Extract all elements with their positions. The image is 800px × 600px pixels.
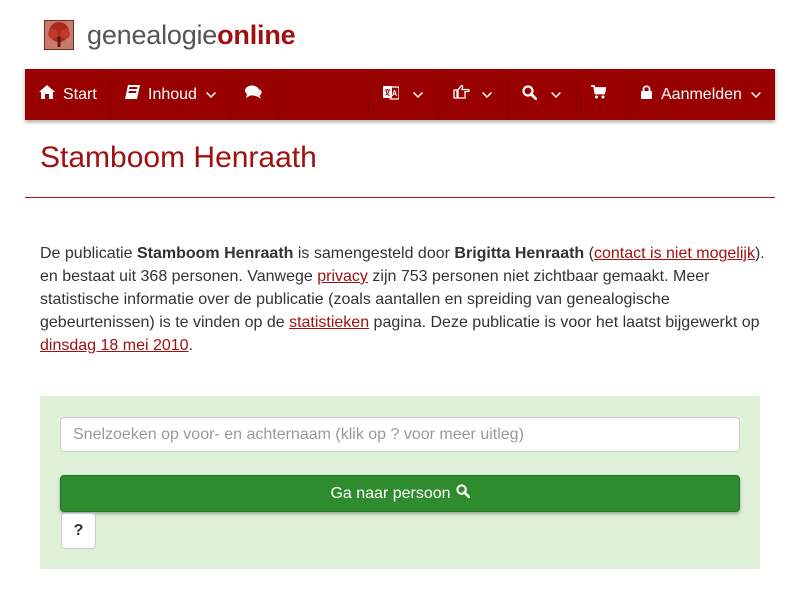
nav-forum[interactable] bbox=[231, 69, 279, 120]
site-name-part1: genealogie bbox=[87, 20, 218, 50]
intro-text: ( bbox=[584, 245, 594, 262]
last-updated-link[interactable]: dinsdag 18 mei 2010 bbox=[40, 337, 189, 354]
intro-text: is samengesteld door bbox=[293, 245, 455, 262]
nav-share[interactable] bbox=[439, 69, 508, 120]
main-navbar: Start Inhoud Aanmelden bbox=[25, 69, 775, 120]
chevron-down-icon bbox=[750, 86, 761, 104]
nav-inhoud-label: Inhoud bbox=[148, 85, 197, 103]
page-title: Stamboom Henraath bbox=[40, 141, 317, 174]
site-name-part2: online bbox=[217, 20, 296, 50]
tree-icon bbox=[44, 20, 74, 50]
help-button[interactable]: ? bbox=[61, 513, 96, 549]
intro-text: De publicatie bbox=[40, 245, 137, 262]
search-icon bbox=[522, 84, 538, 105]
search-icon bbox=[451, 484, 470, 503]
nav-spacer bbox=[279, 69, 369, 120]
home-icon bbox=[39, 85, 55, 104]
cart-icon bbox=[591, 85, 607, 104]
statistics-link[interactable]: statistieken bbox=[289, 314, 369, 331]
chevron-down-icon bbox=[413, 86, 423, 104]
author-name: Brigitta Henraath bbox=[454, 245, 585, 262]
nav-language[interactable] bbox=[369, 69, 439, 120]
chevron-down-icon bbox=[482, 86, 492, 104]
chevron-down-icon bbox=[205, 86, 216, 104]
contact-link[interactable]: contact is niet mogelijk bbox=[594, 245, 755, 262]
nav-aanmelden[interactable]: Aanmelden bbox=[627, 69, 775, 120]
site-name: genealogieonline bbox=[87, 20, 296, 50]
nav-inhoud[interactable]: Inhoud bbox=[111, 69, 231, 120]
go-to-person-button[interactable]: Ga naar persoon bbox=[60, 475, 740, 512]
nav-aanmelden-label: Aanmelden bbox=[661, 85, 742, 103]
nav-cart[interactable] bbox=[577, 69, 627, 120]
quick-search-input[interactable] bbox=[60, 417, 740, 452]
comments-icon bbox=[245, 85, 262, 104]
publication-name: Stamboom Henraath bbox=[136, 245, 294, 262]
site-logo[interactable]: genealogieonline bbox=[44, 19, 296, 51]
title-divider bbox=[25, 197, 775, 198]
lock-icon bbox=[641, 85, 652, 104]
intro-text: pagina. Deze publicatie is voor het laat… bbox=[369, 314, 760, 331]
publication-intro: De publicatie Stamboom Henraath is samen… bbox=[40, 242, 770, 357]
book-icon bbox=[125, 85, 140, 104]
share-icon bbox=[453, 84, 470, 104]
language-icon bbox=[383, 85, 400, 105]
nav-start[interactable]: Start bbox=[25, 69, 111, 120]
intro-text: . bbox=[188, 337, 194, 354]
go-to-person-label: Ga naar persoon bbox=[330, 484, 451, 502]
chevron-down-icon bbox=[551, 86, 561, 104]
nav-start-label: Start bbox=[63, 85, 97, 103]
quick-search-panel: Ga naar persoon ? bbox=[40, 396, 760, 569]
nav-search[interactable] bbox=[508, 69, 577, 120]
privacy-link[interactable]: privacy bbox=[317, 268, 368, 285]
